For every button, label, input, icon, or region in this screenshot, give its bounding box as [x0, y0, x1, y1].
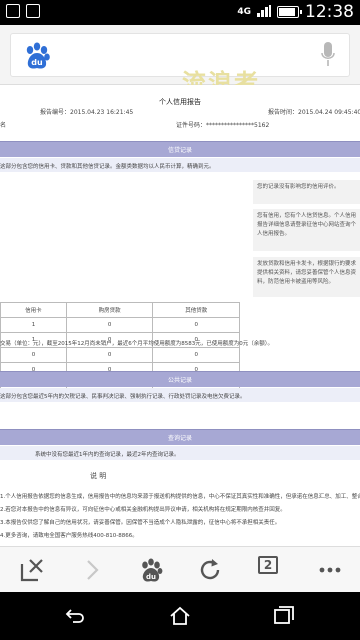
svg-text:du: du — [31, 58, 43, 67]
table-row: 1 0 0 — [0, 317, 240, 333]
section-query-title: 查询记录 — [167, 435, 192, 442]
name-label: 名 — [0, 122, 7, 129]
baidu-home-icon[interactable]: du — [137, 556, 165, 584]
home-icon[interactable] — [168, 604, 192, 628]
table-row: 0 0 0 — [0, 347, 240, 363]
table-cell: 1 — [0, 317, 67, 333]
explain-item: 4.更多咨询，请致电全国客户服务热线400-810-8866。 — [0, 533, 138, 539]
document-title: 个人信用报告 — [159, 98, 201, 106]
forward-icon[interactable] — [78, 556, 106, 584]
notification-icons — [6, 4, 40, 18]
side-note: 您的记录没有影响您的信用评价。 — [253, 180, 360, 204]
table-header: 其他贷款 — [152, 302, 240, 318]
table-header: 信用卡 — [0, 302, 67, 318]
explain-title: 说 明 — [90, 472, 107, 480]
signal-icon — [257, 5, 271, 19]
tabs-icon[interactable]: 2 — [258, 556, 286, 584]
explain-item: 2.若您对本报告中的信息有异议，可向征信中心或相关金融机构提出异议申请，相关机构… — [0, 507, 286, 513]
section-public-header: 公共记录 — [0, 371, 360, 387]
id-number: 证件号码：****************5162 — [176, 122, 270, 129]
table-header: 购房贷款 — [65, 302, 154, 318]
browser-toolbar: du 2 — [0, 546, 360, 592]
table-cell: 0 — [65, 347, 154, 363]
credit-summary-row: 这部分包含您的信用卡、贷款和其他信贷记录。金额类数据均以人民币计算，精确到元。 — [0, 158, 360, 172]
back-icon[interactable] — [62, 604, 86, 628]
clock: 12:38 — [305, 2, 354, 22]
side-note: 发放贷款和信用卡发卡，根据银行的要求提供相关资料，请您妥善保管个人信息资料，防范… — [253, 257, 360, 297]
section-public-title: 公共记录 — [167, 377, 192, 384]
public-summary-row: 这部分包含您最近5年内的欠税记录、民事判决记录、强制执行记录、行政处罚记录及电信… — [0, 388, 360, 402]
table-cell: 0 — [152, 347, 240, 363]
section-credit-title: 信贷记录 — [167, 147, 192, 154]
close-page-icon[interactable] — [18, 556, 46, 584]
table-cell: 0 — [0, 347, 67, 363]
table-cell: 0 — [152, 317, 240, 333]
status-indicators: 4G 12:38 — [237, 2, 354, 22]
table-header-row: 信用卡 购房贷款 其他贷款 — [0, 302, 240, 318]
table-cell: 0 — [65, 317, 154, 333]
section-query-header: 查询记录 — [0, 429, 360, 445]
status-bar: 4G 12:38 — [0, 0, 360, 25]
section-credit-header: 信贷记录 — [0, 141, 360, 157]
recent-apps-icon[interactable] — [272, 604, 296, 628]
explain-item: 3.本报告仅供您了解自己的信用状况，请妥善保管。因保管不当造成个人隐私泄露的，征… — [0, 520, 281, 526]
notification-image-icon — [6, 4, 20, 18]
explain-item: 1.个人信用报告依据您的信息生成，信用报告中的信息均来源于报送机构提供的信息，中… — [0, 494, 360, 500]
address-bar: du — [0, 25, 360, 85]
credit-detail: 交易（单位：元），截至2015年12月尚未销户，最近6个月平均使用额度为8583… — [0, 341, 273, 347]
svg-text:du: du — [146, 573, 156, 581]
microphone-icon[interactable] — [321, 42, 335, 68]
search-box[interactable]: du — [10, 33, 350, 77]
baidu-logo-icon[interactable]: du — [21, 40, 53, 72]
network-type: 4G — [237, 6, 251, 17]
side-note: 您有信用，您有个人信贷信息。个人信用报告详细信息请登录征信中心网站查询个人信用报… — [253, 209, 360, 251]
public-summary: 这部分包含您最近5年内的欠税记录、民事判决记录、强制执行记录、行政处罚记录及电信… — [0, 394, 246, 400]
system-nav-bar — [0, 592, 360, 640]
tab-count: 2 — [258, 556, 278, 574]
query-summary-row: 系统中没有您最近1年内的查询记录，最近2年内查询记录。 — [0, 446, 360, 460]
refresh-icon[interactable] — [196, 556, 224, 584]
battery-icon — [277, 6, 302, 18]
credit-summary: 这部分包含您的信用卡、贷款和其他信贷记录。金额类数据均以人民币计算，精确到元。 — [0, 164, 215, 170]
web-content[interactable]: 个人信用报告 报告编号：2015.04.23 16:21:45 报告时间：201… — [0, 85, 360, 546]
query-summary: 系统中没有您最近1年内的查询记录，最近2年内查询记录。 — [35, 452, 180, 458]
more-icon[interactable] — [316, 556, 344, 584]
report-number: 报告编号：2015.04.23 16:21:45 — [40, 109, 134, 116]
report-time: 报告时间：2015.04.24 09:45:40 — [268, 109, 360, 116]
notification-image-icon — [26, 4, 40, 18]
